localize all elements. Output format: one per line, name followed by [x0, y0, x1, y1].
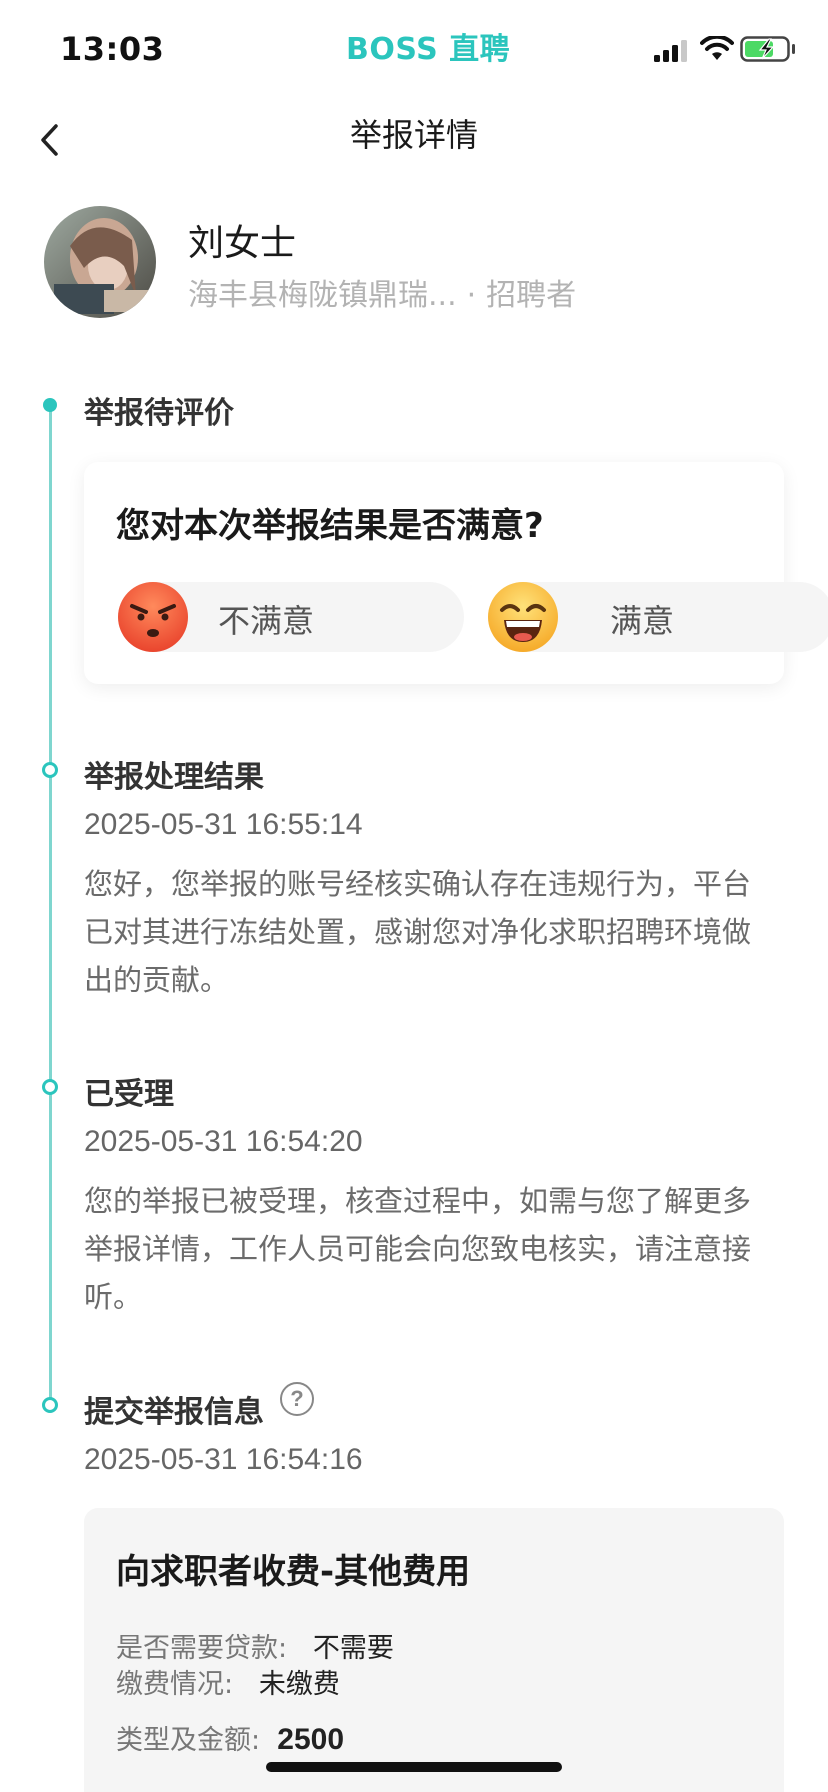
recruiter-role: 招聘者	[486, 278, 577, 313]
home-indicator[interactable]	[266, 1762, 562, 1772]
battery-charging-icon	[740, 36, 795, 62]
result-title: 举报处理结果	[84, 760, 264, 795]
amount-value: 2500	[277, 1723, 345, 1756]
loan-value: 不需要	[312, 1633, 394, 1664]
loan-row: 是否需要贷款: 不需要	[116, 1626, 394, 1665]
result-body: 您好，您举报的账号经核实确认存在违规行为，平台已对其进行冻结处置，感谢您对净化求…	[84, 867, 752, 997]
status-time: 13:03	[60, 30, 165, 68]
brand-logo: BOSS 直聘	[346, 32, 511, 67]
cellular-signal-icon	[654, 40, 687, 62]
payment-value: 未缴费	[258, 1669, 340, 1700]
timeline-line	[49, 404, 52, 1404]
avatar[interactable]	[44, 206, 156, 318]
dissatisfied-button[interactable]: 不满意	[118, 582, 464, 652]
timeline-dot-active	[43, 398, 57, 412]
pending-evaluation-title: 举报待评价	[84, 396, 234, 431]
angry-face-icon	[118, 582, 188, 652]
recruiter-name: 刘女士	[188, 223, 297, 264]
recruiter-subtitle: 海丰县梅陇镇鼎瑞... · 招聘者	[188, 270, 576, 314]
page-title: 举报详情	[349, 116, 478, 154]
amount-row: 类型及金额: 2500	[116, 1718, 344, 1757]
status-bar: 13:03 BOSS 直聘	[0, 0, 828, 96]
timeline-dot	[42, 762, 58, 778]
payment-key: 缴费情况:	[116, 1669, 234, 1700]
separator-dot: ·	[466, 278, 477, 313]
dissatisfied-label: 不满意	[218, 602, 315, 640]
submitted-time: 2025-05-31 16:54:16	[84, 1443, 363, 1476]
payment-row: 缴费情况: 未缴费	[116, 1662, 340, 1701]
report-info-card: 向求职者收费-其他费用 是否需要贷款: 不需要 缴费情况: 未缴费 类型及金额:…	[84, 1508, 784, 1792]
accepted-title: 已受理	[84, 1077, 174, 1112]
accepted-body: 您的举报已被受理，核查过程中，如需与您了解更多举报详情，工作人员可能会向您致电核…	[84, 1184, 752, 1314]
accepted-time: 2025-05-31 16:54:20	[84, 1125, 363, 1158]
amount-key: 类型及金额:	[116, 1725, 261, 1756]
submitted-title: 提交举报信息	[84, 1395, 264, 1430]
evaluation-card: 您对本次举报结果是否满意? 不满意 满意	[84, 462, 828, 684]
company-name: 海丰县梅陇镇鼎瑞...	[188, 278, 457, 313]
evaluation-question: 您对本次举报结果是否满意?	[116, 506, 544, 546]
timeline-dot	[42, 1397, 58, 1413]
satisfied-button[interactable]: 满意	[488, 582, 828, 652]
nav-bar: 举报详情	[0, 96, 828, 186]
report-category-title: 向求职者收费-其他费用	[116, 1552, 471, 1592]
timeline-dot	[42, 1079, 58, 1095]
loan-key: 是否需要贷款:	[116, 1633, 288, 1664]
help-icon[interactable]: ?	[280, 1382, 314, 1416]
satisfied-label: 满意	[610, 602, 675, 640]
wifi-icon	[700, 36, 734, 60]
result-time: 2025-05-31 16:55:14	[84, 808, 363, 841]
laughing-face-icon	[488, 582, 558, 652]
